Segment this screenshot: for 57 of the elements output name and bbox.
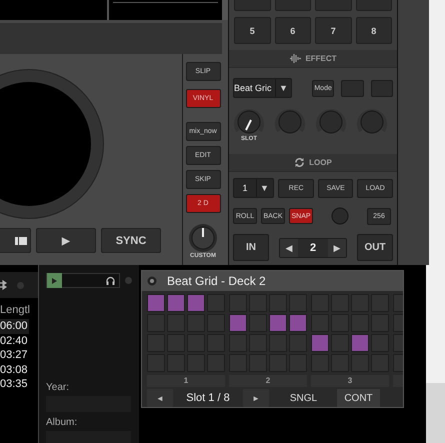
step-pad[interactable] — [269, 314, 287, 332]
headphones-icon[interactable] — [106, 276, 115, 285]
loop-size-dropdown[interactable]: 1 ▼ — [233, 178, 274, 198]
step-pad[interactable] — [289, 314, 307, 332]
next-button[interactable]: ▶ — [328, 238, 346, 256]
group-label: 1 — [147, 375, 225, 387]
indicator-icon — [125, 277, 132, 284]
knob[interactable] — [233, 106, 265, 136]
pad-button[interactable] — [356, 0, 392, 11]
effect-dropdown[interactable]: Beat Gric ▼ — [233, 78, 292, 98]
mode-button[interactable]: CONT — [337, 389, 380, 407]
stop-icon[interactable] — [15, 236, 27, 244]
scrollbar-thumb[interactable] — [426, 383, 445, 443]
waveform-icon[interactable] — [289, 54, 302, 63]
track-length[interactable]: 02:40 — [0, 334, 29, 348]
pad-button[interactable]: 5 — [234, 17, 270, 44]
circle-icon[interactable] — [147, 276, 157, 286]
pad-button[interactable] — [274, 0, 311, 11]
loop-count: 2 — [308, 242, 318, 254]
previous-button[interactable]: ◀ — [280, 238, 298, 256]
pad-button[interactable]: 7 — [315, 17, 352, 44]
next-button[interactable]: ► — [243, 389, 269, 407]
slot-label: Slot 1 / 8 — [185, 392, 231, 404]
loop-in-button[interactable]: IN — [233, 234, 269, 261]
step-pad[interactable] — [167, 294, 185, 312]
field-label: Year: — [46, 382, 70, 393]
effect-button[interactable] — [370, 80, 393, 96]
track-length[interactable]: 03:08 — [0, 362, 29, 377]
step-pad[interactable] — [351, 334, 369, 352]
effect-button[interactable] — [341, 80, 364, 96]
pad-button[interactable]: 6 — [274, 17, 311, 44]
group-label: 3 — [311, 375, 389, 387]
section-title: EFFECT — [305, 54, 337, 63]
sync-button[interactable]: SYNC — [101, 228, 161, 253]
column-header[interactable]: Lengtl — [0, 304, 38, 316]
section-title: LOOP — [309, 158, 332, 167]
step-pad[interactable] — [311, 334, 329, 352]
window-title: Beat Grid - Deck 2 — [167, 274, 266, 288]
track-length[interactable]: 03:35 — [0, 377, 29, 392]
previous-button[interactable]: ◄ — [147, 389, 173, 407]
pad-button[interactable] — [234, 0, 270, 11]
loop-icon[interactable] — [294, 157, 306, 168]
step-pad[interactable] — [187, 294, 205, 312]
pad-button[interactable]: 8 — [356, 17, 392, 44]
field-label: Album: — [46, 417, 78, 428]
group-label: 2 — [229, 375, 307, 387]
track-length[interactable]: 06:00 — [0, 319, 29, 334]
loop-out-button[interactable]: OUT — [357, 234, 393, 261]
track-length[interactable]: 03:27 — [0, 348, 29, 362]
pad-button[interactable] — [315, 0, 352, 11]
play-button[interactable]: ▶ — [36, 228, 96, 253]
play-button[interactable] — [47, 273, 62, 288]
step-pad[interactable] — [147, 294, 165, 312]
shuffle-icon[interactable] — [0, 280, 7, 290]
transport-button[interactable] — [0, 228, 31, 253]
step-pad[interactable] — [229, 314, 247, 332]
play-icon[interactable] — [52, 278, 57, 284]
